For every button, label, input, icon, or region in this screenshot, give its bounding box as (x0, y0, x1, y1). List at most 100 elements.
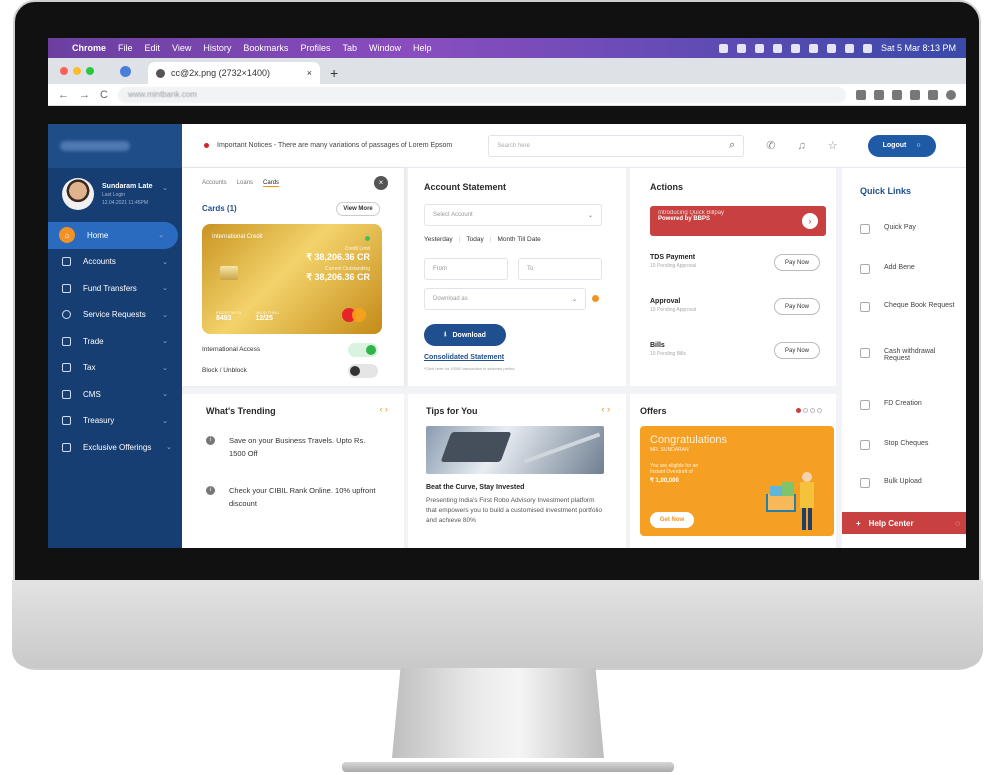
range-month-till-date[interactable]: Month Till Date (497, 236, 540, 243)
sidebar-item-service-requests[interactable]: Service Requests ⌄ (48, 302, 182, 329)
status-icon[interactable] (772, 43, 782, 53)
search-icon[interactable]: ⌕ (729, 139, 735, 152)
date-range-options: Yesterday | Today | Month Till Date (424, 236, 541, 243)
tab-cards[interactable]: Cards (263, 180, 280, 187)
pay-now-button[interactable]: Pay Now (774, 342, 820, 359)
carousel-dots[interactable] (796, 408, 822, 413)
menu-edit[interactable]: Edit (145, 43, 161, 53)
consolidated-statement-link[interactable]: Consolidated Statement (424, 354, 504, 361)
close-icon[interactable]: × (374, 176, 388, 190)
menu-help[interactable]: Help (413, 43, 432, 53)
pay-now-button[interactable]: Pay Now (774, 254, 820, 271)
chrome-profile-icon[interactable] (120, 66, 131, 77)
forward-icon[interactable]: → (79, 89, 90, 101)
quick-link-label: Stop Cheques (884, 440, 929, 447)
tab-accounts[interactable]: Accounts (202, 180, 227, 187)
overdraft-offer[interactable]: Congratulations MR. SUNDARAN You are eli… (640, 426, 834, 536)
carousel-arrows-icon[interactable]: ‹ › (380, 404, 389, 414)
search-icon[interactable] (862, 43, 872, 53)
block-unblock-toggle[interactable] (348, 364, 378, 378)
trending-item[interactable]: i Check your CIBIL Rank Online. 10% upfro… (206, 484, 376, 510)
bluetooth-icon[interactable] (808, 43, 818, 53)
browser-tab[interactable]: cc@2x.png (2732×1400) × (148, 62, 320, 84)
help-center-button[interactable]: + Help Center ◌ (842, 512, 966, 534)
chevron-down-icon[interactable]: ⌄ (162, 184, 168, 192)
menu-clock[interactable]: Sat 5 Mar 8:13 PM (881, 43, 956, 53)
sidebar-icon[interactable] (928, 89, 938, 100)
search-input[interactable]: Search here ⌕ (488, 134, 745, 157)
volume-icon[interactable] (790, 43, 800, 53)
extension-icon[interactable] (874, 89, 884, 100)
status-icon[interactable] (754, 43, 764, 53)
puzzle-icon[interactable] (910, 89, 920, 100)
consolidated-note: *Click here for 10000 transaction in sel… (424, 366, 515, 371)
wifi-icon[interactable] (844, 43, 854, 53)
quick-link-cheque-book[interactable]: Cheque Book Request (860, 302, 960, 312)
bell-icon[interactable]: ♫ (797, 140, 805, 152)
profile-avatar-icon[interactable] (946, 89, 956, 100)
phone-icon[interactable]: ✆ (766, 139, 775, 152)
quick-link-cash-withdrawal[interactable]: Cash withdrawal Request (860, 348, 960, 362)
menu-window[interactable]: Window (369, 43, 401, 53)
minimize-window-button[interactable] (73, 67, 81, 75)
get-now-button[interactable]: Get Now (650, 512, 694, 528)
quick-link-bulk-upload[interactable]: Bulk Upload (860, 478, 960, 488)
menu-profiles[interactable]: Profiles (300, 43, 330, 53)
status-icon[interactable] (718, 43, 728, 53)
url-field[interactable]: www.mintbank.com (117, 86, 846, 103)
to-date-field[interactable]: To (518, 258, 602, 280)
sidebar-item-fund-transfers[interactable]: Fund Transfers ⌄ (48, 275, 182, 302)
quick-link-stop-cheques[interactable]: Stop Cheques (860, 440, 960, 450)
quick-link-fd-creation[interactable]: FD Creation (860, 400, 960, 410)
tab-close-button[interactable]: × (307, 68, 312, 78)
menu-bookmarks[interactable]: Bookmarks (243, 43, 288, 53)
sidebar-item-exclusive-offerings[interactable]: Exclusive Offerings ⌄ (48, 434, 182, 461)
trending-item[interactable]: i Save on your Business Travels. Upto Rs.… (206, 434, 376, 460)
extension-icon[interactable] (892, 89, 902, 100)
important-notice[interactable]: Important Notices - There are many varia… (217, 142, 452, 149)
from-date-field[interactable]: From (424, 258, 508, 280)
select-account-dropdown[interactable]: Select Account ⌄ (424, 204, 602, 226)
status-icon[interactable] (736, 43, 746, 53)
view-more-button[interactable]: View More (336, 202, 380, 216)
tab-loans[interactable]: Loans (237, 180, 253, 187)
tips-headline[interactable]: Beat the Curve, Stay Invested (426, 484, 524, 491)
menu-history[interactable]: History (203, 43, 231, 53)
pay-now-button[interactable]: Pay Now (774, 298, 820, 315)
info-icon[interactable] (592, 295, 599, 302)
quick-link-add-bene[interactable]: Add Bene (860, 264, 960, 274)
menu-view[interactable]: View (172, 43, 191, 53)
sidebar-item-cms[interactable]: CMS ⌄ (48, 381, 182, 408)
download-button[interactable]: ⭳ Download (424, 324, 506, 346)
close-window-button[interactable] (60, 67, 68, 75)
menu-file[interactable]: File (118, 43, 133, 53)
bank-logo[interactable] (48, 124, 182, 168)
trending-item-text: Save on your Business Travels. Upto Rs. … (229, 436, 366, 458)
range-today[interactable]: Today (466, 236, 483, 243)
menu-tab[interactable]: Tab (342, 43, 357, 53)
star-icon[interactable]: ☆ (828, 139, 838, 152)
range-yesterday[interactable]: Yesterday (424, 236, 453, 243)
arrow-right-icon[interactable]: › (802, 213, 818, 229)
battery-icon[interactable] (826, 43, 836, 53)
credit-card[interactable]: International Credit Credit Limit ₹ 38,2… (202, 224, 382, 334)
quick-link-quick-pay[interactable]: Quick Pay (860, 224, 960, 234)
sidebar-item-tax[interactable]: Tax ⌄ (48, 355, 182, 382)
trending-panel: What's Trending ‹ › i Save on your Busine… (182, 394, 404, 548)
carousel-arrows-icon[interactable]: ‹ › (602, 404, 611, 414)
quick-billpay-banner[interactable]: Introducing Quick Billpay Powered by BBP… (650, 206, 826, 236)
maximize-window-button[interactable] (86, 67, 94, 75)
international-access-toggle[interactable] (348, 343, 378, 357)
back-icon[interactable]: ← (58, 89, 69, 101)
logout-button[interactable]: Logout ○ (867, 134, 936, 157)
new-tab-button[interactable]: + (330, 65, 338, 84)
extension-icon[interactable] (856, 89, 866, 100)
sidebar-item-accounts[interactable]: Accounts ⌄ (48, 249, 182, 276)
sidebar-item-home[interactable]: ⌂ Home ⌄ (48, 222, 178, 249)
sidebar-item-trade[interactable]: Trade ⌄ (48, 328, 182, 355)
menu-app-name[interactable]: Chrome (72, 43, 106, 53)
download-format-dropdown[interactable]: Download as ⌄ (424, 288, 586, 310)
user-profile[interactable]: Sundaram Late Last Login 12.04.2021 11:4… (48, 168, 182, 222)
sidebar-item-treasury[interactable]: Treasury ⌄ (48, 408, 182, 435)
reload-icon[interactable]: C (100, 89, 108, 101)
